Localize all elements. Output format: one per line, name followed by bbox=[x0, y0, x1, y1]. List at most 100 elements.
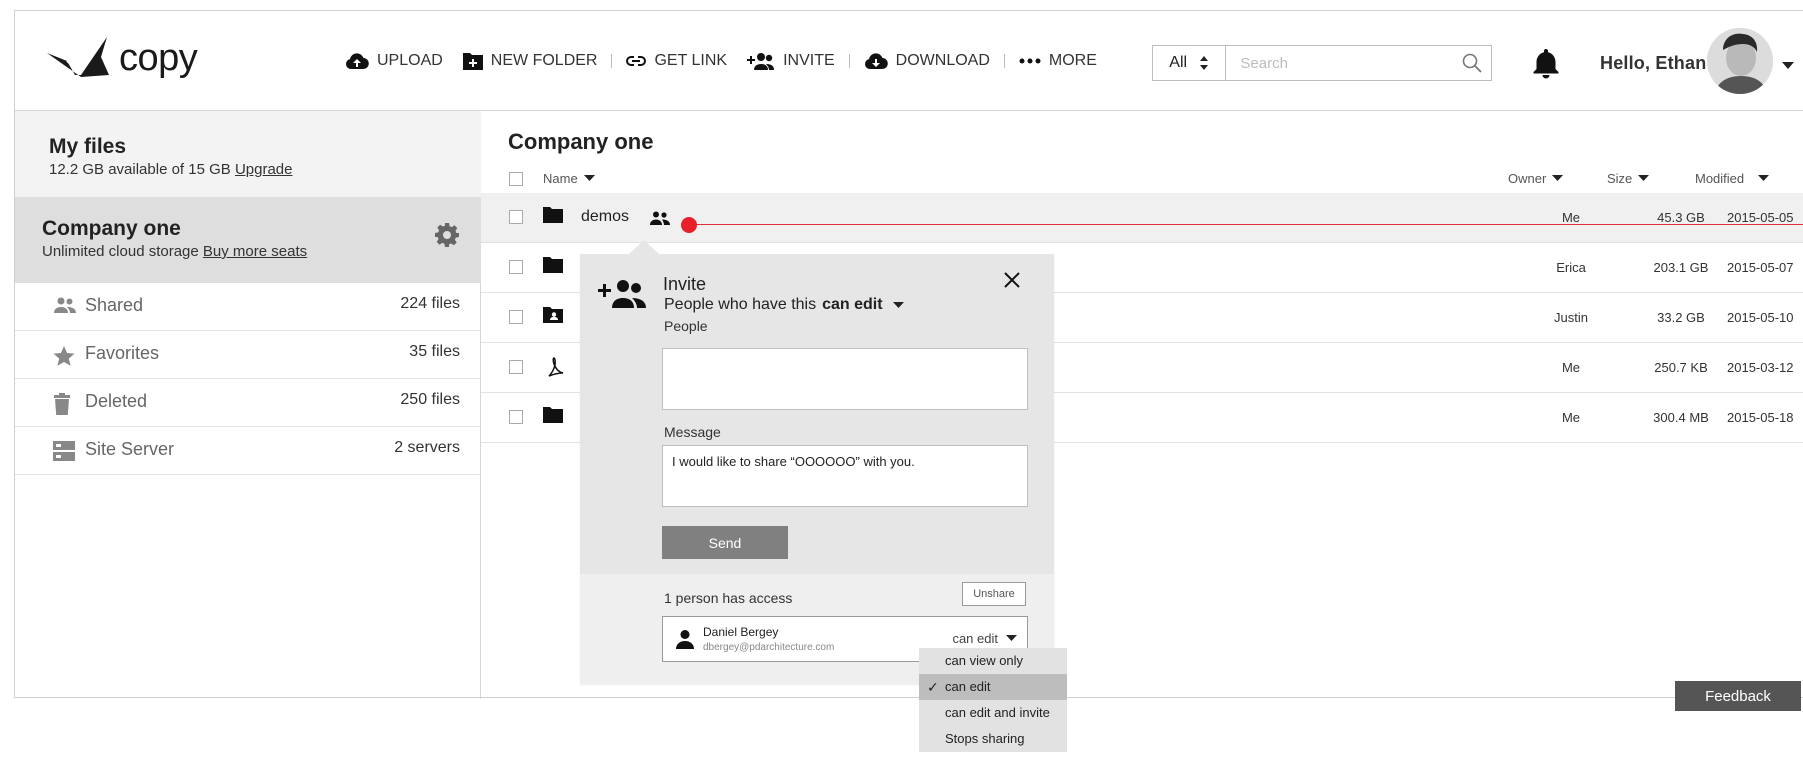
search-button[interactable] bbox=[1453, 46, 1491, 80]
sidebar-item-count: 250 files bbox=[400, 391, 460, 408]
invite-button[interactable]: INVITE bbox=[737, 52, 845, 70]
caret-down-icon bbox=[1638, 175, 1650, 181]
column-label: Name bbox=[543, 171, 578, 186]
company-section[interactable]: Company one Unlimited cloud storage Buy … bbox=[15, 197, 481, 283]
people-label: People bbox=[664, 318, 708, 334]
menu-item-can-edit[interactable]: ✓ can edit bbox=[919, 674, 1067, 700]
sidebar-item-site-server[interactable]: Site Server 2 servers bbox=[15, 427, 481, 475]
file-owner: Erica bbox=[1556, 260, 1586, 275]
menu-item-stop-sharing[interactable]: Stops sharing bbox=[919, 726, 1067, 752]
download-button[interactable]: DOWNLOAD bbox=[854, 52, 1000, 70]
column-header-name[interactable]: Name bbox=[509, 171, 595, 186]
people-field[interactable] bbox=[662, 348, 1028, 410]
shared-folder-icon bbox=[543, 307, 563, 323]
copy-logo[interactable]: copy bbox=[45, 31, 198, 85]
file-size: 33.2 GB bbox=[1657, 310, 1705, 325]
folder-icon bbox=[543, 407, 563, 423]
close-button[interactable] bbox=[1004, 272, 1020, 293]
column-header-size[interactable]: Size bbox=[1607, 171, 1650, 186]
invite-permission-select[interactable]: People who have this can edit bbox=[664, 296, 904, 314]
trash-icon bbox=[54, 393, 70, 415]
column-label: Modified bbox=[1695, 171, 1745, 186]
folder-icon bbox=[543, 257, 563, 273]
user-greeting: Hello, Ethan bbox=[1600, 53, 1707, 73]
column-header-owner[interactable]: Owner bbox=[1508, 171, 1564, 186]
file-owner: Me bbox=[1561, 360, 1581, 375]
row-checkbox[interactable] bbox=[509, 410, 523, 424]
column-header-modified[interactable]: Modified bbox=[1695, 171, 1770, 186]
file-name[interactable]: demos bbox=[581, 208, 629, 226]
menu-item-label: Stops sharing bbox=[945, 731, 1025, 746]
top-bar: copy UPLOAD NEW FOLDER GET LINK INVITE D… bbox=[15, 11, 1803, 111]
row-checkbox[interactable] bbox=[509, 260, 523, 274]
invite-label: INVITE bbox=[783, 52, 835, 69]
caret-down-icon bbox=[1006, 635, 1017, 641]
row-checkbox[interactable] bbox=[509, 210, 523, 224]
new-folder-icon bbox=[462, 53, 483, 70]
avatar[interactable] bbox=[1707, 28, 1773, 94]
sidebar: My files 12.2 GB available of 15 GB Upgr… bbox=[15, 111, 481, 699]
sidebar-item-label: Favorites bbox=[85, 343, 160, 363]
caret-down-icon bbox=[1552, 175, 1564, 181]
unshare-button[interactable]: Unshare bbox=[962, 582, 1026, 606]
cloud-download-icon bbox=[864, 53, 888, 70]
sidebar-item-deleted[interactable]: Deleted 250 files bbox=[15, 379, 481, 427]
search-icon bbox=[1462, 53, 1482, 73]
caret-down-icon bbox=[1758, 175, 1770, 181]
link-icon bbox=[626, 56, 647, 66]
sidebar-nav: Shared 224 files Favorites 35 files Dele… bbox=[15, 283, 481, 475]
annotation-marker bbox=[681, 217, 697, 233]
my-files-storage: 12.2 GB available of 15 GB Upgrade bbox=[49, 161, 481, 178]
user-photo-icon bbox=[1707, 28, 1773, 94]
menu-item-view-only[interactable]: can view only bbox=[919, 648, 1067, 674]
menu-item-edit-and-invite[interactable]: can edit and invite bbox=[919, 700, 1067, 726]
invite-popover: Invite People who have this can edit Peo… bbox=[580, 254, 1054, 684]
search-box: All bbox=[1152, 45, 1492, 81]
sidebar-item-shared[interactable]: Shared 224 files bbox=[15, 283, 481, 331]
send-button[interactable]: Send bbox=[662, 526, 788, 559]
more-dots-icon bbox=[1019, 58, 1041, 64]
company-settings-button[interactable] bbox=[435, 223, 459, 252]
upload-label: UPLOAD bbox=[377, 52, 443, 69]
get-link-button[interactable]: GET LINK bbox=[616, 52, 737, 70]
row-checkbox[interactable] bbox=[509, 360, 523, 374]
gear-icon bbox=[435, 223, 459, 247]
buy-seats-link[interactable]: Buy more seats bbox=[203, 243, 307, 260]
more-button[interactable]: MORE bbox=[1009, 52, 1107, 70]
download-label: DOWNLOAD bbox=[895, 52, 990, 69]
file-modified: 2015-05-07 bbox=[1727, 260, 1794, 275]
sidebar-item-count: 35 files bbox=[409, 343, 460, 360]
access-count: 1 person has access bbox=[664, 590, 793, 606]
permission-menu: can view only ✓ can edit can edit and in… bbox=[919, 648, 1067, 752]
search-scope-select[interactable]: All bbox=[1153, 46, 1227, 80]
toolbar-divider bbox=[1003, 54, 1005, 68]
my-files-section[interactable]: My files 12.2 GB available of 15 GB Upgr… bbox=[15, 111, 481, 197]
caret-down-icon bbox=[583, 175, 595, 181]
invite-title: Invite bbox=[663, 274, 707, 294]
pdf-icon bbox=[548, 357, 564, 377]
select-all-checkbox[interactable] bbox=[509, 171, 523, 186]
action-toolbar: UPLOAD NEW FOLDER GET LINK INVITE DOWNLO… bbox=[335, 49, 1107, 73]
sidebar-item-favorites[interactable]: Favorites 35 files bbox=[15, 331, 481, 379]
search-scope-value: All bbox=[1169, 54, 1188, 71]
people-icon bbox=[54, 297, 76, 313]
file-modified: 2015-05-18 bbox=[1727, 410, 1794, 425]
new-folder-button[interactable]: NEW FOLDER bbox=[453, 52, 608, 70]
person-icon bbox=[676, 630, 694, 649]
person-permission-select[interactable]: can edit bbox=[952, 631, 1017, 646]
sidebar-item-count: 2 servers bbox=[394, 439, 460, 456]
row-checkbox[interactable] bbox=[509, 310, 523, 324]
notifications-button[interactable] bbox=[1531, 47, 1561, 84]
upgrade-link[interactable]: Upgrade bbox=[235, 161, 293, 178]
message-field[interactable]: I would like to share “OOOOOO” with you. bbox=[662, 445, 1028, 507]
sidebar-item-label: Deleted bbox=[85, 391, 148, 411]
search-input[interactable] bbox=[1226, 46, 1454, 80]
feedback-button[interactable]: Feedback bbox=[1675, 681, 1801, 711]
user-menu-button[interactable] bbox=[1782, 57, 1794, 75]
file-modified: 2015-03-12 bbox=[1727, 360, 1794, 375]
file-owner: Me bbox=[1561, 210, 1581, 225]
table-row[interactable]: demos Me 45.3 GB 2015-05-05 bbox=[481, 193, 1803, 243]
file-size: 250.7 KB bbox=[1654, 360, 1708, 375]
file-size: 203.1 GB bbox=[1653, 260, 1709, 275]
upload-button[interactable]: UPLOAD bbox=[335, 52, 453, 70]
